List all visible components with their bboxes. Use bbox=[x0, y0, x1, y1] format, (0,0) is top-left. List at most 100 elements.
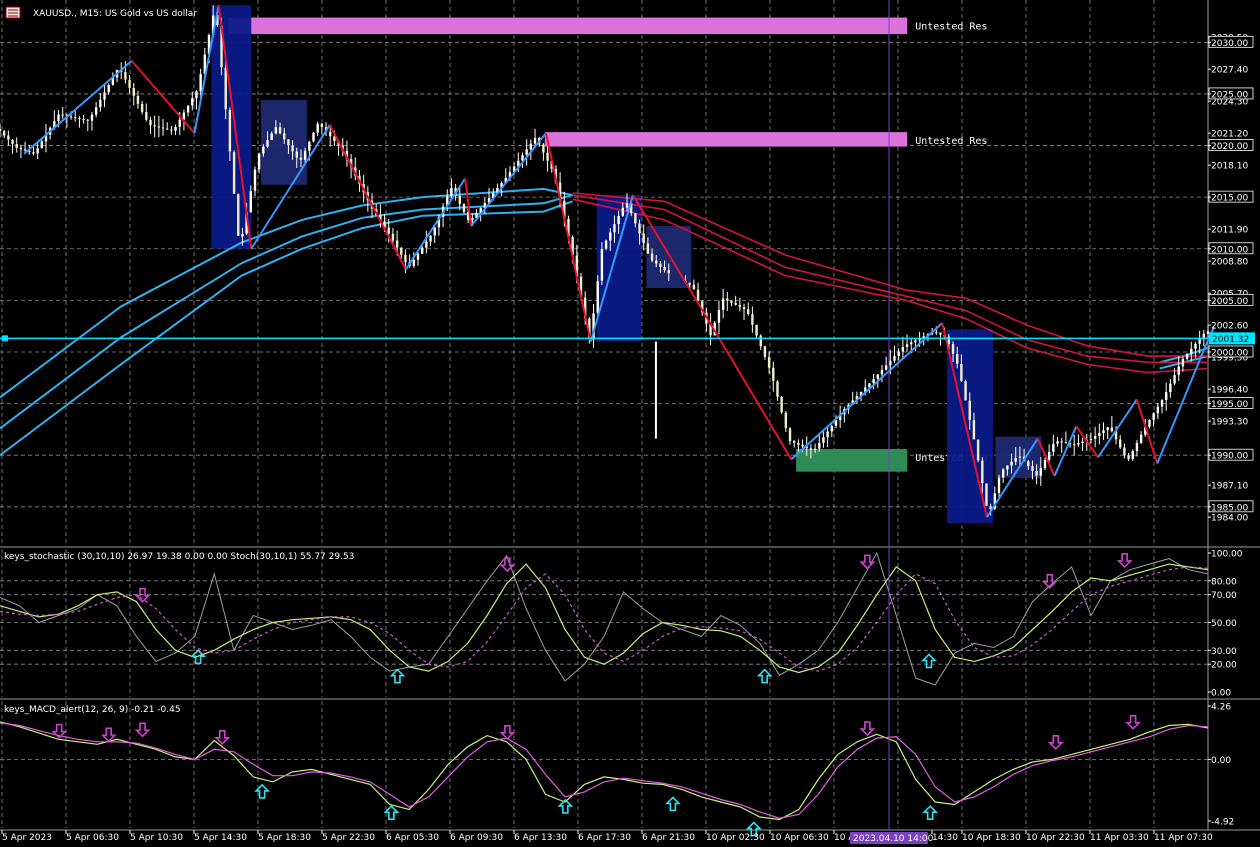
candle-body bbox=[15, 144, 18, 148]
candle-body bbox=[266, 140, 269, 147]
candle-body bbox=[1039, 468, 1043, 476]
candle-body bbox=[191, 98, 194, 106]
candle-body bbox=[1081, 441, 1084, 444]
candle-body bbox=[772, 367, 775, 381]
candle-body bbox=[642, 233, 645, 244]
candle-body bbox=[1047, 451, 1051, 460]
candle-body bbox=[1127, 455, 1130, 460]
candle-body bbox=[780, 396, 783, 413]
candle-body bbox=[253, 169, 257, 191]
candle-body bbox=[291, 145, 294, 152]
candle-body bbox=[1060, 441, 1063, 443]
candle-body bbox=[1181, 358, 1185, 367]
symbol-icon[interactable] bbox=[5, 6, 21, 19]
candle-body bbox=[634, 213, 637, 224]
candle-body bbox=[283, 133, 286, 140]
time-tick-label: 10 Apr 02:30 bbox=[706, 833, 765, 843]
price-level-label: 2020.00 bbox=[1211, 142, 1248, 152]
candle-body bbox=[23, 149, 27, 151]
candle-body bbox=[433, 227, 436, 236]
candle-body bbox=[1148, 420, 1151, 427]
candle-body bbox=[1135, 442, 1139, 451]
candle-body bbox=[784, 412, 788, 429]
candle-body bbox=[734, 302, 737, 305]
candle-body bbox=[32, 152, 35, 154]
candle-body bbox=[295, 151, 298, 158]
time-tick-label: 6 Apr 21:30 bbox=[642, 833, 695, 843]
candle-body bbox=[57, 114, 60, 121]
candle-body bbox=[40, 141, 43, 149]
candle-body bbox=[257, 153, 261, 170]
candle-body bbox=[742, 307, 746, 310]
price-level-label: 2025.00 bbox=[1211, 90, 1248, 100]
candle-body bbox=[1194, 343, 1197, 349]
candle-body bbox=[1064, 442, 1068, 444]
price-tick-label: 2021.20 bbox=[1211, 130, 1248, 140]
candle-body bbox=[420, 247, 424, 254]
price-tick-label: 2027.40 bbox=[1211, 66, 1248, 76]
candle-body bbox=[287, 139, 290, 146]
candle-body bbox=[195, 91, 198, 99]
candle-body bbox=[94, 107, 98, 115]
time-tick-label: 6 Apr 17:30 bbox=[578, 833, 631, 843]
candle-body bbox=[308, 141, 311, 151]
candle-body bbox=[471, 218, 474, 221]
candle-body bbox=[981, 460, 984, 484]
candle-body bbox=[788, 428, 792, 442]
candle-body bbox=[412, 259, 416, 266]
candle-body bbox=[1001, 469, 1005, 478]
time-tick-label: 10 Apr 06:30 bbox=[770, 833, 829, 843]
time-tick-label: 6 Apr 05:30 bbox=[386, 833, 439, 843]
time-tick-label: 10 Apr 22:30 bbox=[1026, 833, 1085, 843]
candle-body bbox=[7, 135, 10, 140]
candle-body bbox=[1119, 439, 1122, 448]
candle-body bbox=[149, 119, 152, 126]
stoch-tick-label: 0.00 bbox=[1211, 689, 1231, 699]
price-level-label: 1985.00 bbox=[1211, 503, 1248, 513]
candle-body bbox=[667, 270, 670, 274]
candle-body bbox=[241, 233, 244, 237]
candle-body bbox=[278, 127, 282, 134]
candle-body bbox=[763, 346, 767, 357]
candle-body bbox=[1185, 353, 1189, 359]
candle-body bbox=[312, 132, 315, 142]
candle-body bbox=[1206, 331, 1210, 334]
candle-body bbox=[717, 309, 721, 323]
candle-body bbox=[663, 266, 666, 271]
price-level-label: 2030.00 bbox=[1211, 39, 1248, 49]
candle-body bbox=[157, 126, 161, 128]
stoch-tick-label: 80.00 bbox=[1211, 577, 1237, 587]
candle-body bbox=[813, 448, 817, 451]
range-box bbox=[211, 5, 252, 249]
candle-body bbox=[174, 126, 177, 131]
candle-body bbox=[1018, 456, 1022, 458]
candle-body bbox=[199, 74, 202, 92]
candle-body bbox=[1198, 338, 1201, 344]
price-tick-label: 2008.80 bbox=[1211, 258, 1248, 268]
candle-body bbox=[880, 369, 884, 375]
candle-body bbox=[910, 342, 913, 345]
candle-body bbox=[1043, 460, 1047, 469]
candle-body bbox=[1190, 348, 1193, 354]
candle-body bbox=[103, 92, 106, 100]
candle-body bbox=[400, 247, 403, 255]
stochastic-title: keys_stochastic (30,10,10) 26.97 19.38 0… bbox=[4, 552, 354, 562]
candle-body bbox=[425, 241, 428, 248]
candle-body bbox=[872, 378, 875, 384]
candle-body bbox=[617, 215, 620, 225]
candle-body bbox=[124, 71, 127, 80]
time-tick-label: 11 Apr 07:30 bbox=[1154, 833, 1213, 843]
candle-body bbox=[99, 99, 102, 108]
macd-tick-label: 4.26 bbox=[1211, 703, 1231, 713]
candle-body bbox=[956, 353, 959, 364]
current-price-label: 2001.32 bbox=[1212, 335, 1249, 345]
zone-label: Untested Res bbox=[915, 22, 987, 33]
candle-body bbox=[600, 249, 604, 281]
candle-body bbox=[818, 442, 821, 449]
candle-body bbox=[905, 344, 909, 347]
candle-body bbox=[224, 67, 227, 110]
chart-canvas[interactable]: Untested ResUntested ResUntested Sup 203… bbox=[0, 0, 1260, 847]
candle-body bbox=[822, 437, 825, 443]
candle-body bbox=[797, 442, 800, 445]
candle-body bbox=[721, 298, 725, 310]
